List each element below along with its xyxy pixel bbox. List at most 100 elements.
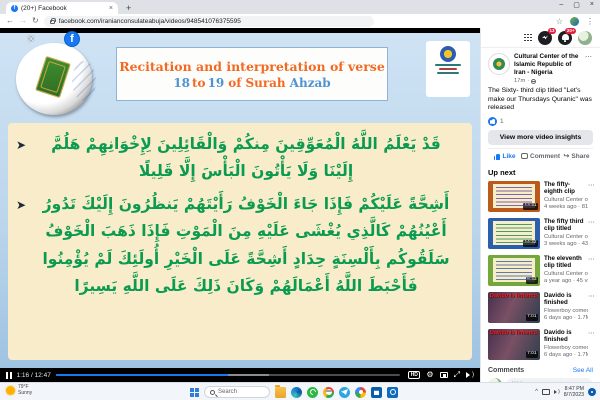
comments-heading: Comments [488,367,524,374]
browser-tab-facebook[interactable]: f (20+) Facebook × [6,2,118,14]
title-of: of [228,76,241,90]
post-timestamp: 17m [514,78,525,84]
thumbs-up-icon [494,153,501,160]
pause-button[interactable] [6,372,12,379]
video-thumbnail[interactable]: 13:31 [488,181,540,212]
post-options-icon[interactable]: ⋯ [585,53,593,84]
taskbar-clock[interactable]: 8:47 PM 8/7/2023 [564,386,584,398]
view-insights-button[interactable]: View more video insights [488,130,593,145]
back-icon[interactable]: ← [6,17,14,25]
notifications-bell-icon[interactable]: 20+ [558,31,572,45]
duration-badge: 7:01 [526,351,538,358]
picture-in-picture-icon[interactable] [440,372,448,378]
edge-icon[interactable] [291,387,302,398]
verse-paragraph-2: ➤ أَشِحَّةً عَلَيْكُمْ فَإِذَا جَاءَ الْ… [18,191,458,300]
up-next-item[interactable]: Davido is finished 7:01 Davido is finish… [481,327,600,364]
file-explorer-icon[interactable] [275,387,286,398]
browser-profile-avatar[interactable] [570,17,579,26]
comment-button[interactable]: Comment [521,149,560,164]
url-text: facebook.com/iranianconsulateabuja/video… [59,18,241,25]
quran-plate-image [16,43,92,115]
verse-number-19: 19 [208,76,225,90]
tray-volume-icon[interactable]: ) [554,389,560,395]
like-button[interactable]: Like [488,149,521,164]
bookmark-star-icon[interactable]: ☆ [556,17,563,26]
video-title[interactable]: The fifty-eighth clip titled "Let's make… [544,181,588,196]
url-omnibox[interactable]: facebook.com/iranianconsulateabuja/video… [44,16,374,27]
video-title[interactable]: Davido is finished [544,292,588,307]
player-close-icon[interactable]: × [28,34,34,45]
messenger-badge: 13 [548,28,556,34]
video-title[interactable]: The fifty third clip titled "Let's make.… [544,218,588,233]
whatsapp-icon[interactable] [307,387,318,398]
duration-badge: 8:33 [526,277,538,284]
video-player[interactable]: × f Recitation and interpretation of ver… [0,28,480,382]
account-avatar[interactable] [578,31,592,45]
page-name[interactable]: Cultural Center of the Islamic Republic … [514,53,581,77]
window-minimize-icon[interactable]: – [559,1,563,9]
post-panel: Cultural Center of the Islamic Republic … [481,48,600,164]
tab-close-icon[interactable]: × [109,5,113,12]
chrome-icon[interactable] [323,387,334,398]
page-avatar[interactable] [488,53,510,75]
menu-grid-icon[interactable] [524,34,532,42]
new-tab-button[interactable]: + [126,3,131,14]
bell-icon [562,34,569,40]
video-channel: Flowerboy comedy [544,308,588,314]
weather-widget[interactable]: 79°F Sunny [6,385,32,396]
reactions-row[interactable]: 1 [488,117,593,126]
window-close-icon[interactable]: × [590,1,594,9]
video-thumbnail[interactable]: 14:32 [488,218,540,249]
messenger-icon[interactable]: 13 [538,31,552,45]
up-next-item[interactable]: Davido is finished 7:01 Davido is finish… [481,290,600,327]
see-all-link[interactable]: See All [573,367,593,374]
slide-title-line2: 18to19 of Surah Ahzab [173,76,330,90]
facebook-sidebar: 13 20+ Cultural Center of the Islamic Re… [480,28,600,382]
video-meta: 6 days ago · 1.7M views [544,315,588,321]
forward-icon[interactable]: → [19,17,27,25]
slide-title-box: Recitation and interpretation of verse 1… [116,47,388,101]
fullscreen-icon[interactable]: ⤢ [454,371,460,379]
item-options-icon[interactable]: ⋯ [588,255,595,263]
video-thumbnail[interactable]: Davido is finished 7:01 [488,329,540,360]
outlook-icon[interactable] [387,387,398,398]
photos-icon[interactable] [355,387,366,398]
messenger-bolt-icon [542,35,548,41]
lock-icon [50,20,55,24]
telegram-icon[interactable] [339,387,350,398]
browser-menu-icon[interactable]: ⋮ [586,17,594,26]
item-options-icon[interactable]: ⋯ [588,218,595,226]
item-options-icon[interactable]: ⋯ [588,329,595,337]
video-title[interactable]: The eleventh clip titled "Let's make... [544,255,588,270]
tray-chevron-icon[interactable]: ^ [535,389,538,395]
up-next-item[interactable]: 8:33 The eleventh clip titled "Let's mak… [481,253,600,290]
settings-gear-icon[interactable]: ⚙ [426,371,433,379]
thumbnail-text: Davido is finished [490,293,539,300]
up-next-item[interactable]: 14:32 The fifty third clip titled "Let's… [481,216,600,253]
reload-icon[interactable]: ↻ [32,17,39,25]
progress-fill [56,374,228,377]
quality-hd-icon[interactable]: HD [408,371,420,379]
up-next-item[interactable]: 13:31 The fifty-eighth clip titled "Let'… [481,179,600,216]
volume-icon[interactable]: ) [466,372,474,378]
slide-title-line1: Recitation and interpretation of verse [119,59,385,74]
item-options-icon[interactable]: ⋯ [588,292,595,300]
item-options-icon[interactable]: ⋯ [588,181,595,189]
display-icon[interactable] [542,389,550,395]
taskbar-search[interactable]: Search [204,386,270,398]
playback-time: 1:16 / 12:47 [17,372,51,379]
window-maximize-icon[interactable]: ▢ [573,1,580,9]
bullet-arrow-icon: ➤ [16,135,26,156]
video-thumbnail[interactable]: 8:33 [488,255,540,286]
video-title[interactable]: Davido is finished [544,329,588,344]
store-icon[interactable] [371,387,382,398]
progress-bar[interactable] [56,374,400,377]
share-button[interactable]: ↪ Share [560,149,593,164]
windows-start-icon[interactable] [190,388,199,397]
post-actions: Like Comment ↪ Share [488,148,593,164]
share-arrow-icon: ↪ [564,153,570,160]
video-thumbnail[interactable]: Davido is finished 7:01 [488,292,540,323]
video-channel: Cultural Center of the ... [544,197,588,203]
notification-center-icon[interactable] [588,388,596,396]
tab-title: (20+) Facebook [21,5,106,12]
